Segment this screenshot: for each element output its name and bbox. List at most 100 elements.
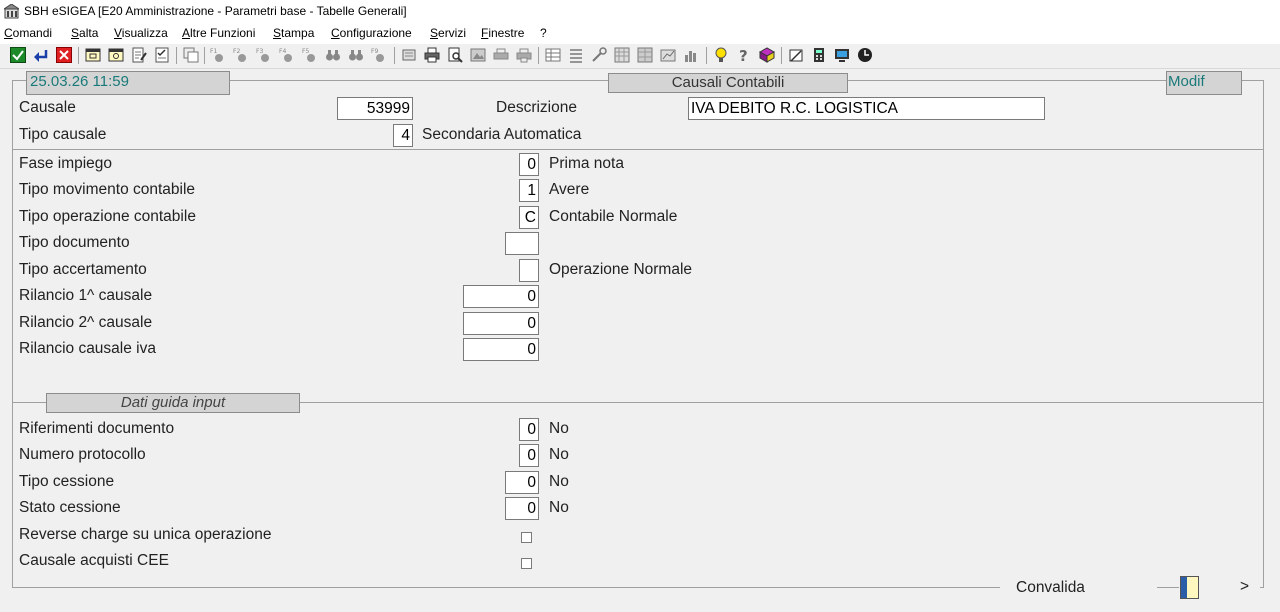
scroll-icon[interactable] bbox=[401, 47, 417, 63]
tools-icon[interactable] bbox=[591, 47, 607, 63]
menu-help[interactable]: ? bbox=[540, 26, 547, 40]
tipo-cess-input[interactable]: 0 bbox=[505, 471, 539, 494]
menu-comandi[interactable]: Comandi bbox=[4, 26, 52, 40]
tipo-accertamento-label: Tipo accertamento bbox=[19, 261, 147, 278]
checklist-icon[interactable] bbox=[154, 47, 170, 63]
fase-impiego-input[interactable]: 0 bbox=[519, 153, 539, 176]
tipo-operazione-label: Tipo operazione contabile bbox=[19, 208, 196, 225]
next-arrow[interactable]: > bbox=[1240, 578, 1249, 596]
svg-text:?: ? bbox=[739, 47, 748, 63]
window-title: SBH eSIGEA [E20 Amministrazione - Parame… bbox=[24, 4, 407, 18]
tipo-cess-desc: No bbox=[549, 473, 569, 490]
app-icon bbox=[4, 4, 19, 19]
menu-salta[interactable]: Salta bbox=[71, 26, 98, 40]
lightbulb-icon[interactable] bbox=[713, 47, 729, 63]
guida-section-box: Dati guida input bbox=[46, 393, 300, 413]
menu-stampa[interactable]: Stampa bbox=[273, 26, 314, 40]
rif-doc-desc: No bbox=[549, 420, 569, 437]
rilancio1-input[interactable]: 0 bbox=[463, 285, 539, 308]
svg-text:F3: F3 bbox=[256, 48, 263, 55]
menu-finestre[interactable]: Finestre bbox=[481, 26, 524, 40]
printer-queue-icon[interactable] bbox=[516, 47, 532, 63]
svg-text:F1: F1 bbox=[210, 48, 217, 55]
causale-cee-label: Causale acquisti CEE bbox=[19, 552, 169, 569]
list-icon[interactable] bbox=[568, 47, 584, 63]
svg-text:F2: F2 bbox=[233, 48, 240, 55]
print-preview-icon[interactable] bbox=[447, 47, 463, 63]
num-prot-desc: No bbox=[549, 446, 569, 463]
svg-text:F9: F9 bbox=[371, 48, 378, 55]
menu-configurazione[interactable]: Configurazione bbox=[331, 26, 412, 40]
rif-doc-label: Riferimenti documento bbox=[19, 420, 175, 437]
title-bar: SBH eSIGEA [E20 Amministrazione - Parame… bbox=[0, 0, 1280, 24]
tipo-accertamento-input[interactable] bbox=[519, 259, 539, 282]
menu-servizi[interactable]: Servizi bbox=[430, 26, 466, 40]
notepad-icon[interactable] bbox=[788, 47, 804, 63]
menu-visualizza[interactable]: Visualizza bbox=[114, 26, 168, 40]
bar-chart-icon[interactable] bbox=[683, 47, 699, 63]
print-icon[interactable] bbox=[424, 47, 440, 63]
calculator-icon[interactable] bbox=[811, 47, 827, 63]
tipo-documento-input[interactable] bbox=[505, 232, 539, 255]
grid-icon[interactable] bbox=[614, 47, 630, 63]
rilancio-iva-input[interactable]: 0 bbox=[463, 338, 539, 361]
confirm-check-icon[interactable] bbox=[10, 47, 26, 63]
section-divider bbox=[12, 149, 1263, 150]
mode-indicator: Modif bbox=[1168, 73, 1205, 90]
toolbar-separator bbox=[706, 47, 707, 64]
return-enter-icon[interactable] bbox=[33, 47, 49, 63]
svg-text:F5: F5 bbox=[302, 48, 309, 55]
clock-icon[interactable] bbox=[857, 47, 873, 63]
rilancio-iva-label: Rilancio causale iva bbox=[19, 340, 156, 357]
causale-cee-checkbox[interactable] bbox=[521, 558, 532, 569]
toolbar-separator bbox=[78, 47, 79, 64]
menu-altre-funzioni[interactable]: Altre Funzioni bbox=[182, 26, 255, 40]
stato-cess-desc: No bbox=[549, 499, 569, 516]
reverse-charge-checkbox[interactable] bbox=[521, 532, 532, 543]
num-prot-input[interactable]: 0 bbox=[519, 444, 539, 467]
reverse-charge-label: Reverse charge su unica operazione bbox=[19, 526, 272, 543]
tipo-causale-input[interactable]: 4 bbox=[393, 124, 413, 147]
num-prot-label: Numero protocollo bbox=[19, 446, 146, 463]
toolbar: F1 F2 F3 F4 F5 F9 ? bbox=[0, 44, 1280, 69]
rilancio2-input[interactable]: 0 bbox=[463, 312, 539, 335]
f1-icon[interactable]: F1 bbox=[210, 47, 226, 63]
descrizione-input[interactable]: IVA DEBITO R.C. LOGISTICA bbox=[688, 97, 1045, 120]
book-icon[interactable] bbox=[759, 47, 775, 63]
image-icon[interactable] bbox=[470, 47, 486, 63]
tipo-causale-desc: Secondaria Automatica bbox=[422, 126, 582, 143]
tipo-movimento-label: Tipo movimento contabile bbox=[19, 181, 196, 198]
fase-impiego-desc: Prima nota bbox=[549, 155, 624, 172]
datetime-text: 25.03.26 11:59 bbox=[30, 73, 129, 90]
edit-icon[interactable] bbox=[131, 47, 147, 63]
f9-icon[interactable]: F9 bbox=[371, 47, 387, 63]
tipo-operazione-input[interactable]: C bbox=[519, 206, 539, 229]
convalida-button[interactable] bbox=[1180, 576, 1199, 599]
chart-icon[interactable] bbox=[660, 47, 676, 63]
table-icon[interactable] bbox=[545, 47, 561, 63]
f2-icon[interactable]: F2 bbox=[233, 47, 249, 63]
stato-cess-label: Stato cessione bbox=[19, 499, 121, 516]
section-title-box: Causali Contabili bbox=[608, 73, 848, 93]
stato-cess-input[interactable]: 0 bbox=[505, 497, 539, 520]
tipo-movimento-input[interactable]: 1 bbox=[519, 179, 539, 202]
rif-doc-input[interactable]: 0 bbox=[519, 418, 539, 441]
binoculars-next-icon[interactable] bbox=[348, 47, 364, 63]
monitor-icon[interactable] bbox=[834, 47, 850, 63]
printer-alt-icon[interactable] bbox=[493, 47, 509, 63]
copy-icon[interactable] bbox=[183, 47, 199, 63]
window-alt-icon[interactable] bbox=[108, 47, 124, 63]
fase-impiego-label: Fase impiego bbox=[19, 155, 113, 172]
f5-icon[interactable]: F5 bbox=[302, 47, 318, 63]
binoculars-icon[interactable] bbox=[325, 47, 341, 63]
close-x-icon[interactable] bbox=[56, 47, 72, 63]
frame-border bbox=[1260, 587, 1263, 588]
f4-icon[interactable]: F4 bbox=[279, 47, 295, 63]
grid-alt-icon[interactable] bbox=[637, 47, 653, 63]
section-title: Causali Contabili bbox=[671, 74, 785, 91]
menu-bar: Comandi Salta Visualizza Altre Funzioni … bbox=[0, 24, 1280, 44]
window-icon[interactable] bbox=[85, 47, 101, 63]
f3-icon[interactable]: F3 bbox=[256, 47, 272, 63]
help-question-icon[interactable]: ? bbox=[736, 47, 752, 63]
causale-input[interactable]: 53999 bbox=[337, 97, 413, 120]
